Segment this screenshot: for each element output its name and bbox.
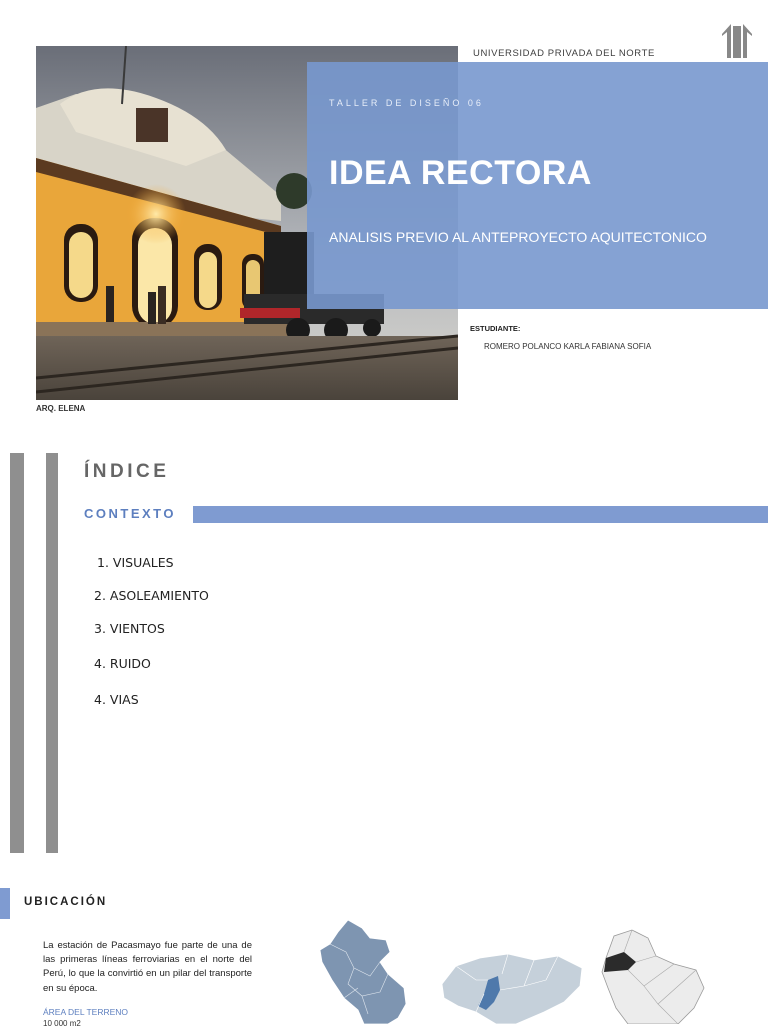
university-name: UNIVERSIDAD PRIVADA DEL NORTE <box>473 48 655 59</box>
upn-arrow-logo-icon <box>720 22 754 58</box>
index-item-vientos[interactable]: 3. VIENTOS <box>94 621 165 636</box>
student-name: ROMERO POLANCO KARLA FABIANA SOFIA <box>484 342 652 351</box>
district-map-icon <box>598 928 708 1025</box>
teacher-label: ARQ. ELENA <box>36 404 86 413</box>
index-item-vias[interactable]: 4. VIAS <box>94 692 139 707</box>
section-rule <box>193 506 768 523</box>
decorative-bar <box>46 453 58 853</box>
location-description: La estación de Pacasmayo fue parte de un… <box>43 940 252 994</box>
section-heading-contexto: CONTEXTO <box>84 506 176 521</box>
course-label: TALLER DE DISEÑO 06 <box>329 98 484 108</box>
index-item-ruido[interactable]: 4. RUIDO <box>94 656 151 671</box>
index-title: ÍNDICE <box>84 461 170 482</box>
peru-map-icon <box>318 918 414 1025</box>
subtitle: ANALISIS PREVIO AL ANTEPROYECTO AQUITECT… <box>329 229 707 245</box>
student-label: ESTUDIANTE: <box>470 324 521 333</box>
main-title: IDEA RECTORA <box>329 154 592 192</box>
index-item-visuales[interactable]: 1. VISUALES <box>97 555 174 570</box>
decorative-bar <box>10 453 24 853</box>
region-map-icon <box>436 950 588 1025</box>
section-accent <box>0 888 10 919</box>
index-item-asoleamiento[interactable]: 2. ASOLEAMIENTO <box>94 588 209 603</box>
area-label: ÁREA DEL TERRENO <box>43 1007 129 1017</box>
location-title: UBICACIÓN <box>24 896 108 908</box>
